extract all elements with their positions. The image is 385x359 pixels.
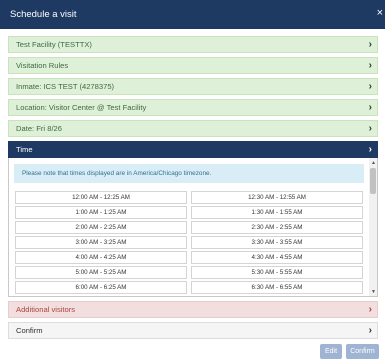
time-slot-button[interactable]: 2:00 AM - 2:25 AM: [15, 221, 187, 234]
step-label: Test Facility (TESTTX): [16, 40, 92, 49]
time-slot-row: 12:00 AM - 12:25 AM 12:30 AM - 12:55 AM: [15, 191, 363, 204]
timezone-note: Please note that times displayed are in …: [14, 164, 364, 183]
chevron-right-icon: ›: [368, 81, 372, 92]
step-additional-visitors[interactable]: Additional visitors ›: [8, 301, 378, 318]
step-label: Location: Visitor Center @ Test Facility: [16, 103, 147, 112]
step-date[interactable]: Date: Fri 8/26 ›: [8, 120, 378, 137]
time-slot-button[interactable]: 6:30 AM - 6:55 AM: [191, 281, 363, 294]
chevron-right-icon: ›: [368, 39, 372, 50]
time-slot-row: 4:00 AM - 4:25 AM 4:30 AM - 4:55 AM: [15, 251, 363, 264]
step-label: Additional visitors: [16, 305, 76, 314]
time-slot-button[interactable]: 12:30 AM - 12:55 AM: [191, 191, 363, 204]
time-slot-row: 6:00 AM - 6:25 AM 6:30 AM - 6:55 AM: [15, 281, 363, 294]
time-slot-button[interactable]: 1:00 AM - 1:25 AM: [15, 206, 187, 219]
time-slot-grid: 12:00 AM - 12:25 AM 12:30 AM - 12:55 AM …: [15, 191, 363, 296]
time-slot-button[interactable]: 5:30 AM - 5:55 AM: [191, 266, 363, 279]
step-location[interactable]: Location: Visitor Center @ Test Facility…: [8, 99, 378, 116]
dialog-title-bar: Schedule a visit ×: [0, 0, 385, 29]
confirm-button[interactable]: Confirm: [346, 344, 379, 359]
step-facility[interactable]: Test Facility (TESTTX) ›: [8, 36, 378, 53]
time-slot-button[interactable]: 4:00 AM - 4:25 AM: [15, 251, 187, 264]
step-label: Visitation Rules: [16, 61, 69, 70]
scroll-down-arrow-icon[interactable]: ▼: [371, 289, 376, 295]
dialog-title: Schedule a visit: [10, 9, 77, 20]
step-label: Time: [16, 145, 33, 154]
time-slot-row: 3:00 AM - 3:25 AM 3:30 AM - 3:55 AM: [15, 236, 363, 249]
time-panel-scrollbar[interactable]: ▲ ▼: [369, 158, 377, 296]
time-slot-row: 5:00 AM - 5:25 AM 5:30 AM - 5:55 AM: [15, 266, 363, 279]
step-time[interactable]: Time ›: [8, 141, 378, 158]
chevron-right-icon: ›: [368, 144, 372, 155]
edit-button[interactable]: Edit: [320, 344, 342, 359]
wizard-steps: Test Facility (TESTTX) › Visitation Rule…: [8, 36, 378, 343]
time-slot-button[interactable]: 6:00 AM - 6:25 AM: [15, 281, 187, 294]
time-slot-button[interactable]: 2:30 AM - 2:55 AM: [191, 221, 363, 234]
time-slot-button[interactable]: 12:00 AM - 12:25 AM: [15, 191, 187, 204]
time-slot-button[interactable]: 5:00 AM - 5:25 AM: [15, 266, 187, 279]
chevron-right-icon: ›: [368, 304, 372, 315]
time-slot-button[interactable]: 4:30 AM - 4:55 AM: [191, 251, 363, 264]
chevron-right-icon: ›: [368, 60, 372, 71]
time-slot-button[interactable]: 3:30 AM - 3:55 AM: [191, 236, 363, 249]
step-inmate[interactable]: Inmate: ICS TEST (4278375) ›: [8, 78, 378, 95]
time-slot-row: 2:00 AM - 2:25 AM 2:30 AM - 2:55 AM: [15, 221, 363, 234]
chevron-right-icon: ›: [368, 325, 372, 336]
time-slot-button[interactable]: 1:30 AM - 1:55 AM: [191, 206, 363, 219]
time-slot-row: 1:00 AM - 1:25 AM 1:30 AM - 1:55 AM: [15, 206, 363, 219]
step-label: Confirm: [16, 326, 43, 335]
close-icon[interactable]: ×: [377, 8, 383, 19]
time-slot-button[interactable]: 3:00 AM - 3:25 AM: [15, 236, 187, 249]
scrollbar-thumb[interactable]: [370, 168, 376, 194]
step-label: Date: Fri 8/26: [16, 124, 63, 133]
step-confirm[interactable]: Confirm ›: [8, 322, 378, 339]
chevron-right-icon: ›: [368, 102, 372, 113]
step-label: Inmate: ICS TEST (4278375): [16, 82, 115, 91]
chevron-right-icon: ›: [368, 123, 372, 134]
time-slot-panel: Please note that times displayed are in …: [8, 158, 378, 297]
step-visitation-rules[interactable]: Visitation Rules ›: [8, 57, 378, 74]
scroll-up-arrow-icon[interactable]: ▲: [371, 160, 376, 166]
